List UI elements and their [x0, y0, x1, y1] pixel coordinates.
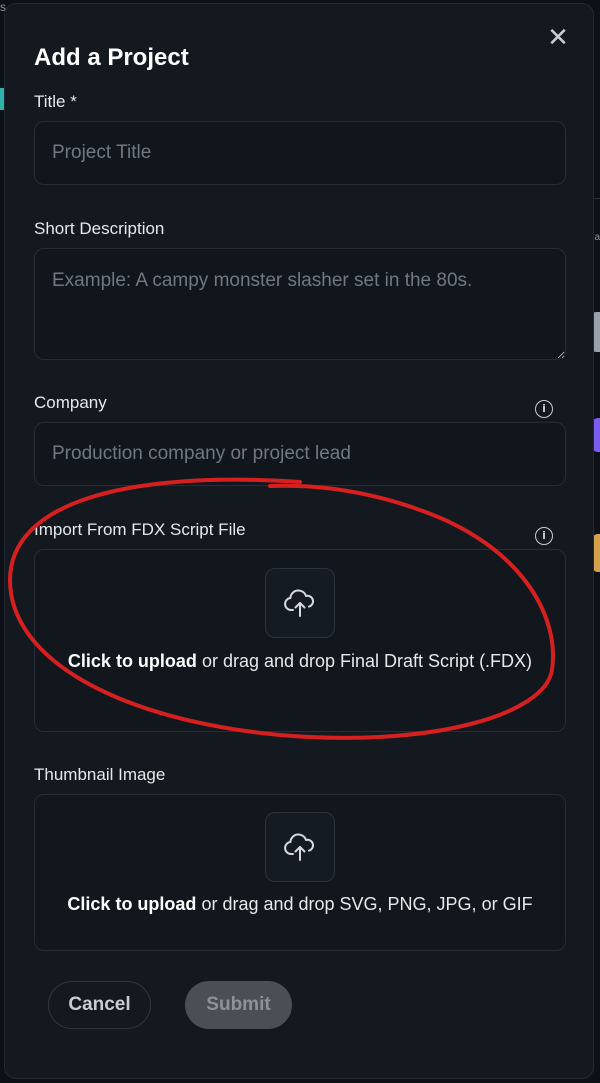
fdx-import-label: Import From FDX Script File — [34, 520, 246, 539]
fdx-upload-text: Click to upload or drag and drop Final D… — [55, 647, 545, 675]
cancel-button[interactable]: Cancel — [48, 981, 151, 1029]
company-input[interactable] — [34, 422, 566, 486]
fdx-dropzone[interactable]: Click to upload or drag and drop Final D… — [34, 549, 566, 732]
thumbnail-dropzone[interactable]: Click to upload or drag and drop SVG, PN… — [34, 794, 566, 951]
info-icon[interactable]: i — [535, 527, 553, 545]
background-text-fragment: a — [594, 232, 600, 243]
fdx-upload-hint: or drag and drop Final Draft Script (.FD… — [196, 651, 533, 671]
cloud-upload-icon[interactable] — [265, 812, 335, 882]
click-to-upload-link[interactable]: Click to upload — [67, 894, 196, 914]
thumbnail-upload-text: Click to upload or drag and drop SVG, PN… — [55, 890, 545, 918]
short-description-label: Short Description — [34, 219, 165, 238]
title-label: Title * — [34, 92, 77, 111]
add-project-modal: ✕ Add a Project Title * Short Descriptio… — [4, 3, 594, 1079]
company-label: Company — [34, 393, 107, 412]
cloud-upload-icon[interactable] — [265, 568, 335, 638]
submit-button[interactable]: Submit — [185, 981, 292, 1029]
info-icon[interactable]: i — [535, 400, 553, 418]
thumbnail-label: Thumbnail Image — [34, 765, 166, 784]
short-description-textarea[interactable] — [34, 248, 566, 360]
close-icon[interactable]: ✕ — [545, 24, 571, 50]
thumbnail-upload-hint: or drag and drop SVG, PNG, JPG, or GIF — [196, 894, 533, 914]
modal-title: Add a Project — [34, 44, 189, 71]
click-to-upload-link[interactable]: Click to upload — [68, 651, 197, 671]
title-input[interactable] — [34, 121, 566, 185]
